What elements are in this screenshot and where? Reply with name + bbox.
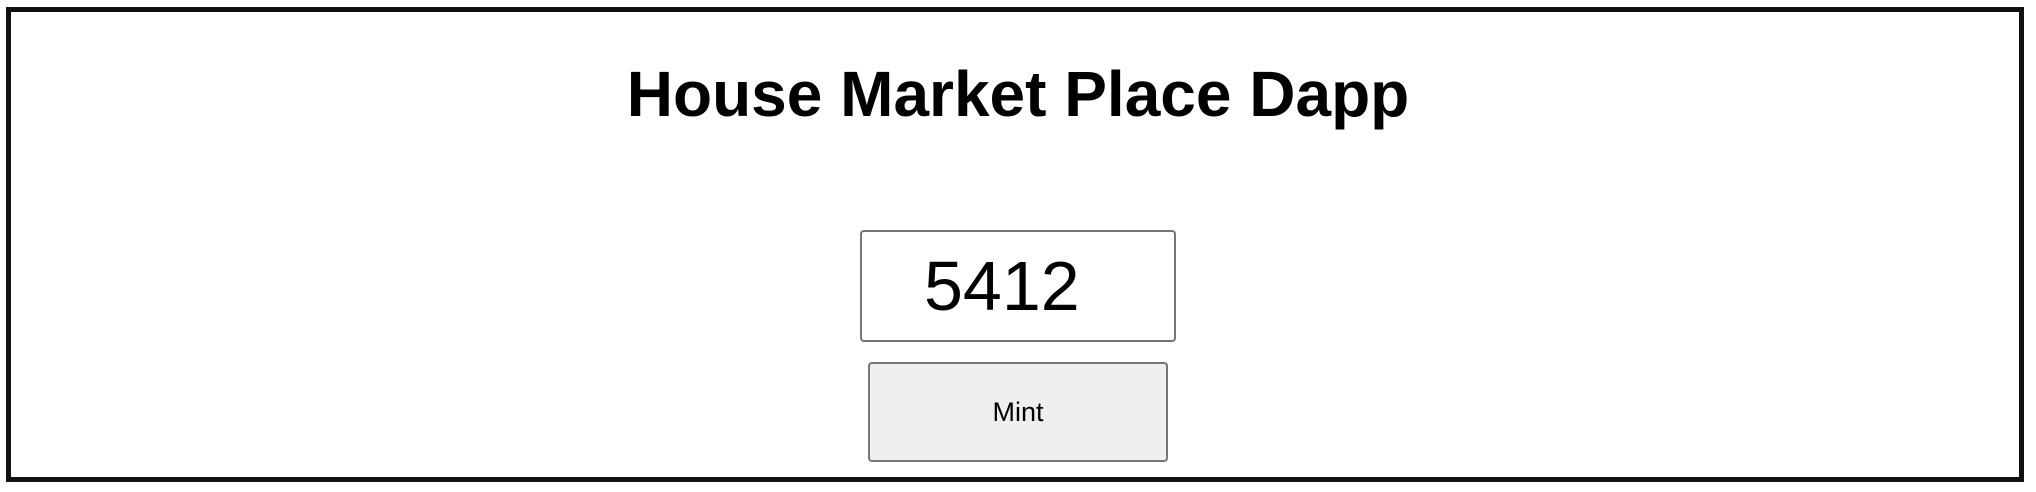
amount-input[interactable]	[860, 230, 1176, 342]
mint-button[interactable]: Mint	[868, 362, 1168, 462]
page-title: House Market Place Dapp	[626, 58, 1410, 130]
